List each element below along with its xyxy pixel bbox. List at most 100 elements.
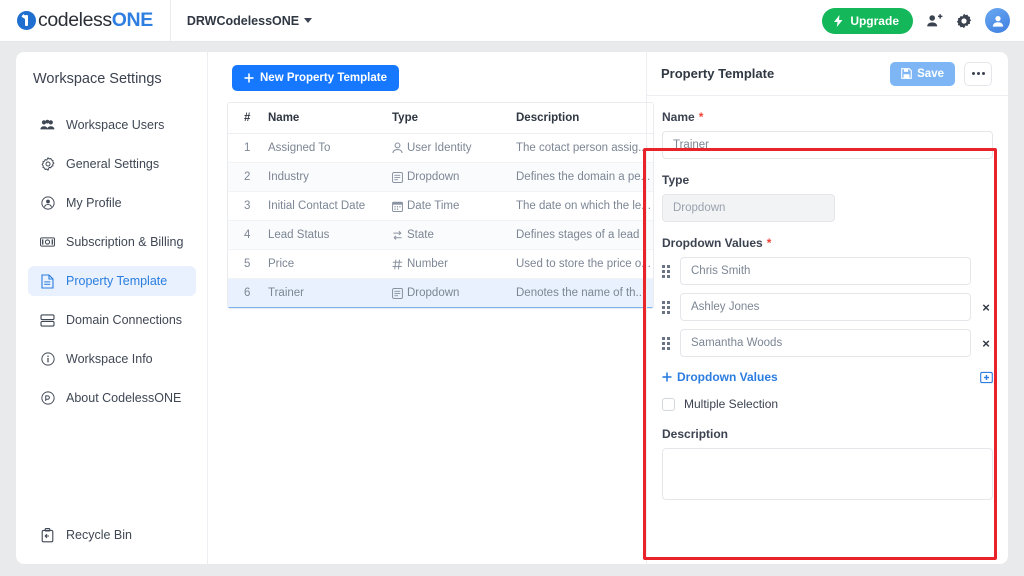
drag-handle-icon[interactable] xyxy=(662,336,672,350)
drag-handle-icon[interactable] xyxy=(662,300,672,314)
content-card: Workspace Settings Workspace Users Gener… xyxy=(16,52,1008,564)
more-options-icon xyxy=(971,72,975,75)
sidebar-item-my-profile[interactable]: My Profile xyxy=(28,188,196,218)
dropdown-values-block: Dropdown Values * × × xyxy=(662,236,993,384)
add-dropdown-values-button[interactable]: Dropdown Values xyxy=(662,370,778,384)
panel-title: Property Template xyxy=(661,66,775,81)
dropdown-value-row: × xyxy=(662,293,993,321)
sidebar-item-label: Workspace Info xyxy=(66,352,153,366)
row-number: 5 xyxy=(228,249,268,279)
description-label-row: Description xyxy=(662,427,993,441)
table-row[interactable]: 4 Lead Status State Defines stages of a … xyxy=(228,220,653,250)
row-name: Lead Status xyxy=(268,220,392,250)
logo-text-part1: codeless xyxy=(38,9,112,31)
row-type: Dropdown xyxy=(392,162,516,192)
sidebar-item-label: Domain Connections xyxy=(66,313,183,327)
column-header-number[interactable]: # xyxy=(228,103,268,134)
drag-handle-icon[interactable] xyxy=(662,264,672,278)
user-circle-icon xyxy=(40,196,55,210)
panel-actions: Save xyxy=(890,61,992,86)
dropdown-value-input[interactable] xyxy=(680,329,971,357)
row-type-label: State xyxy=(407,229,434,241)
remove-value-button[interactable]: × xyxy=(979,336,993,351)
panel-body: Name * Type Dropdown Values * xyxy=(647,96,1008,505)
upgrade-button[interactable]: Upgrade xyxy=(822,7,913,34)
column-header-name[interactable]: Name xyxy=(268,103,392,134)
billing-icon xyxy=(40,236,55,248)
import-box-icon[interactable] xyxy=(980,371,993,384)
new-property-template-label: New Property Template xyxy=(260,72,387,84)
row-description: The cotact person assig... xyxy=(516,133,653,163)
plus-icon xyxy=(662,372,672,382)
logo-mark-icon xyxy=(17,11,36,30)
required-marker: * xyxy=(766,236,772,250)
sidebar-divider xyxy=(207,52,208,564)
topbar-actions: Upgrade xyxy=(822,7,1010,34)
document-icon xyxy=(40,273,55,289)
add-user-icon xyxy=(927,13,943,26)
row-type-label: Date Time xyxy=(407,200,460,212)
about-icon xyxy=(40,391,55,405)
logo-text-part2: ONE xyxy=(111,9,153,31)
sidebar-item-label: Subscription & Billing xyxy=(66,235,184,249)
sidebar-item-subscription-billing[interactable]: Subscription & Billing xyxy=(28,227,196,257)
multiple-selection-row: Multiple Selection xyxy=(662,397,993,411)
dropdown-value-input[interactable] xyxy=(680,257,971,285)
row-type: Date Time xyxy=(392,191,516,221)
column-header-description[interactable]: Description xyxy=(516,103,653,134)
sidebar-nav: Workspace Users General Settings My Prof… xyxy=(16,101,208,413)
type-label: Type xyxy=(662,173,690,187)
row-type-label: Dropdown xyxy=(407,171,460,183)
avatar[interactable] xyxy=(985,8,1010,33)
save-button[interactable]: Save xyxy=(890,61,955,86)
row-type-label: Number xyxy=(407,258,448,270)
table-row[interactable]: 5 Price Number Used to store the price o… xyxy=(228,249,653,279)
workspace-selector[interactable]: DRWCodelessONE xyxy=(186,13,313,28)
remove-value-button[interactable]: × xyxy=(979,300,993,315)
type-field-block: Type xyxy=(662,173,993,222)
dropdown-icon xyxy=(392,287,403,299)
info-icon xyxy=(40,352,55,366)
table-row-selected[interactable]: 6 Trainer Dropdown Denotes the name of t… xyxy=(228,278,653,308)
row-name: Initial Contact Date xyxy=(268,191,392,221)
sidebar-item-workspace-info[interactable]: Workspace Info xyxy=(28,344,196,374)
avatar-icon xyxy=(992,15,1003,27)
sidebar-item-domain-connections[interactable]: Domain Connections xyxy=(28,305,196,335)
sidebar-item-about-codelessone[interactable]: About CodelessONE xyxy=(28,383,196,413)
calendar-icon xyxy=(392,201,403,212)
table-row[interactable]: 3 Initial Contact Date Date Time The dat… xyxy=(228,191,653,221)
description-textarea[interactable] xyxy=(662,448,993,500)
gear-icon xyxy=(956,13,972,28)
row-description: Defines stages of a lead xyxy=(516,220,653,250)
row-name: Trainer xyxy=(268,278,392,308)
add-dropdown-values-row: Dropdown Values xyxy=(662,370,993,384)
multiple-selection-checkbox[interactable] xyxy=(662,397,675,411)
sidebar-item-general-settings[interactable]: General Settings xyxy=(28,149,196,179)
more-options-button[interactable] xyxy=(964,61,992,86)
users-icon xyxy=(40,119,55,131)
table-row[interactable]: 2 Industry Dropdown Defines the domain a… xyxy=(228,162,653,192)
sidebar-item-label: General Settings xyxy=(66,157,160,171)
sidebar-item-property-template[interactable]: Property Template xyxy=(28,266,196,296)
row-number: 1 xyxy=(228,133,268,163)
workspace-name-label: DRWCodelessONE xyxy=(186,13,300,28)
sidebar-item-recycle-bin[interactable]: Recycle Bin xyxy=(28,520,196,550)
property-template-panel: Property Template Save Name * Trainer Ty… xyxy=(646,52,1008,564)
table-header-row: # Name Type Description xyxy=(228,103,653,134)
name-input[interactable] xyxy=(662,131,993,159)
sidebar-item-workspace-users[interactable]: Workspace Users xyxy=(28,110,196,140)
column-header-type[interactable]: Type xyxy=(392,103,516,134)
add-user-button[interactable] xyxy=(926,13,943,29)
row-description: Used to store the price o... xyxy=(516,249,653,279)
new-property-template-button[interactable]: New Property Template xyxy=(232,65,399,91)
row-description: Denotes the name of th... xyxy=(516,278,653,308)
settings-button[interactable] xyxy=(956,13,972,29)
panel-header: Property Template Save xyxy=(647,52,1008,96)
row-number: 4 xyxy=(228,220,268,250)
app-logo[interactable]: codelessONE xyxy=(17,9,153,32)
recycle-bin-icon xyxy=(40,527,55,543)
table-row[interactable]: 1 Assigned To User Identity The cotact p… xyxy=(228,133,653,163)
chevron-down-icon xyxy=(304,18,313,23)
row-name: Price xyxy=(268,249,392,279)
dropdown-value-input[interactable] xyxy=(680,293,971,321)
